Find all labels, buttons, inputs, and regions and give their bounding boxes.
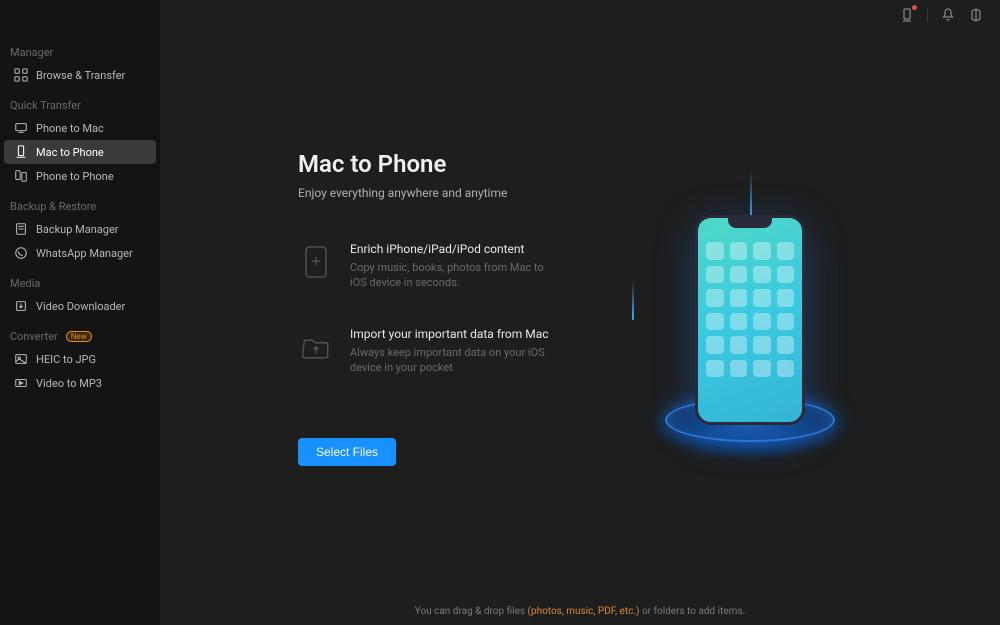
- sidebar-item-video-downloader[interactable]: Video Downloader: [4, 294, 156, 318]
- sidebar-item-label: Mac to Phone: [36, 146, 104, 159]
- new-badge: New: [66, 331, 92, 342]
- download-icon: [14, 299, 28, 313]
- device-icon[interactable]: [899, 7, 915, 23]
- backup-icon: [14, 222, 28, 236]
- phone-to-phone-icon: [14, 169, 28, 183]
- section-header-manager: Manager: [0, 40, 160, 63]
- sidebar-section-converter: Converter New HEIC to JPG Video to MP3: [0, 324, 160, 395]
- sidebar-item-mac-to-phone[interactable]: Mac to Phone: [4, 140, 156, 164]
- phone-notch: [728, 218, 772, 228]
- phone-graphic: [695, 215, 805, 425]
- sidebar-item-browse-transfer[interactable]: Browse & Transfer: [4, 63, 156, 87]
- section-header-converter: Converter New: [0, 324, 160, 347]
- sidebar: Manager Browse & Transfer Quick Transfer…: [0, 0, 160, 625]
- notification-dot: [912, 5, 917, 10]
- select-files-button[interactable]: Select Files: [298, 438, 396, 466]
- sidebar-item-label: Backup Manager: [36, 223, 119, 236]
- image-icon: [14, 352, 28, 366]
- content: Mac to Phone Enjoy everything anywhere a…: [160, 30, 1000, 625]
- sidebar-section-media: Media Video Downloader: [0, 271, 160, 318]
- sidebar-item-label: Browse & Transfer: [36, 69, 125, 82]
- sidebar-section-backup-restore: Backup & Restore Backup Manager WhatsApp…: [0, 194, 160, 265]
- feature-desc: Copy music, books, photos from Mac to iO…: [350, 260, 560, 291]
- grid-icon: [14, 68, 28, 82]
- page-subtitle: Enjoy everything anywhere and anytime: [298, 186, 608, 200]
- beam-icon: [632, 280, 634, 320]
- feature-title: Enrich iPhone/iPad/iPod content: [350, 242, 560, 256]
- app-grid: [706, 242, 794, 377]
- whatsapp-icon: [14, 246, 28, 260]
- sidebar-item-video-to-mp3[interactable]: Video to MP3: [4, 371, 156, 395]
- divider: [927, 8, 928, 22]
- sidebar-item-label: Phone to Mac: [36, 122, 104, 135]
- page-title: Mac to Phone: [298, 150, 608, 178]
- feature-import: Import your important data from Mac Alwa…: [298, 325, 608, 376]
- sidebar-item-label: Video to MP3: [36, 377, 102, 390]
- phone-illustration: [620, 180, 880, 480]
- folder-upload-icon: [298, 325, 334, 369]
- sidebar-item-label: Phone to Phone: [36, 170, 114, 183]
- sidebar-section-quick-transfer: Quick Transfer Phone to Mac Mac to Phone…: [0, 93, 160, 188]
- phone-plus-icon: [298, 240, 334, 284]
- sidebar-section-manager: Manager Browse & Transfer: [0, 40, 160, 87]
- sidebar-item-phone-to-phone[interactable]: Phone to Phone: [4, 164, 156, 188]
- sidebar-item-whatsapp-manager[interactable]: WhatsApp Manager: [4, 241, 156, 265]
- sidebar-item-label: WhatsApp Manager: [36, 247, 133, 260]
- gift-icon[interactable]: [968, 7, 984, 23]
- section-header-backup-restore: Backup & Restore: [0, 194, 160, 217]
- topbar: [160, 0, 1000, 30]
- sidebar-item-label: HEIC to JPG: [36, 353, 96, 366]
- feature-enrich: Enrich iPhone/iPad/iPod content Copy mus…: [298, 240, 608, 291]
- bell-icon[interactable]: [940, 7, 956, 23]
- main-area: Mac to Phone Enjoy everything anywhere a…: [160, 0, 1000, 625]
- mac-to-phone-icon: [14, 145, 28, 159]
- footer-hint: You can drag & drop files (photos, music…: [415, 606, 746, 617]
- sidebar-item-backup-manager[interactable]: Backup Manager: [4, 217, 156, 241]
- sidebar-item-label: Video Downloader: [36, 300, 125, 313]
- feature-desc: Always keep important data on your iOS d…: [350, 345, 560, 376]
- content-left: Mac to Phone Enjoy everything anywhere a…: [298, 150, 608, 625]
- sidebar-item-phone-to-mac[interactable]: Phone to Mac: [4, 116, 156, 140]
- section-header-quick-transfer: Quick Transfer: [0, 93, 160, 116]
- video-icon: [14, 376, 28, 390]
- section-header-media: Media: [0, 271, 160, 294]
- beam-icon: [750, 170, 752, 220]
- sidebar-item-heic-to-jpg[interactable]: HEIC to JPG: [4, 347, 156, 371]
- phone-to-mac-icon: [14, 121, 28, 135]
- feature-title: Import your important data from Mac: [350, 327, 560, 341]
